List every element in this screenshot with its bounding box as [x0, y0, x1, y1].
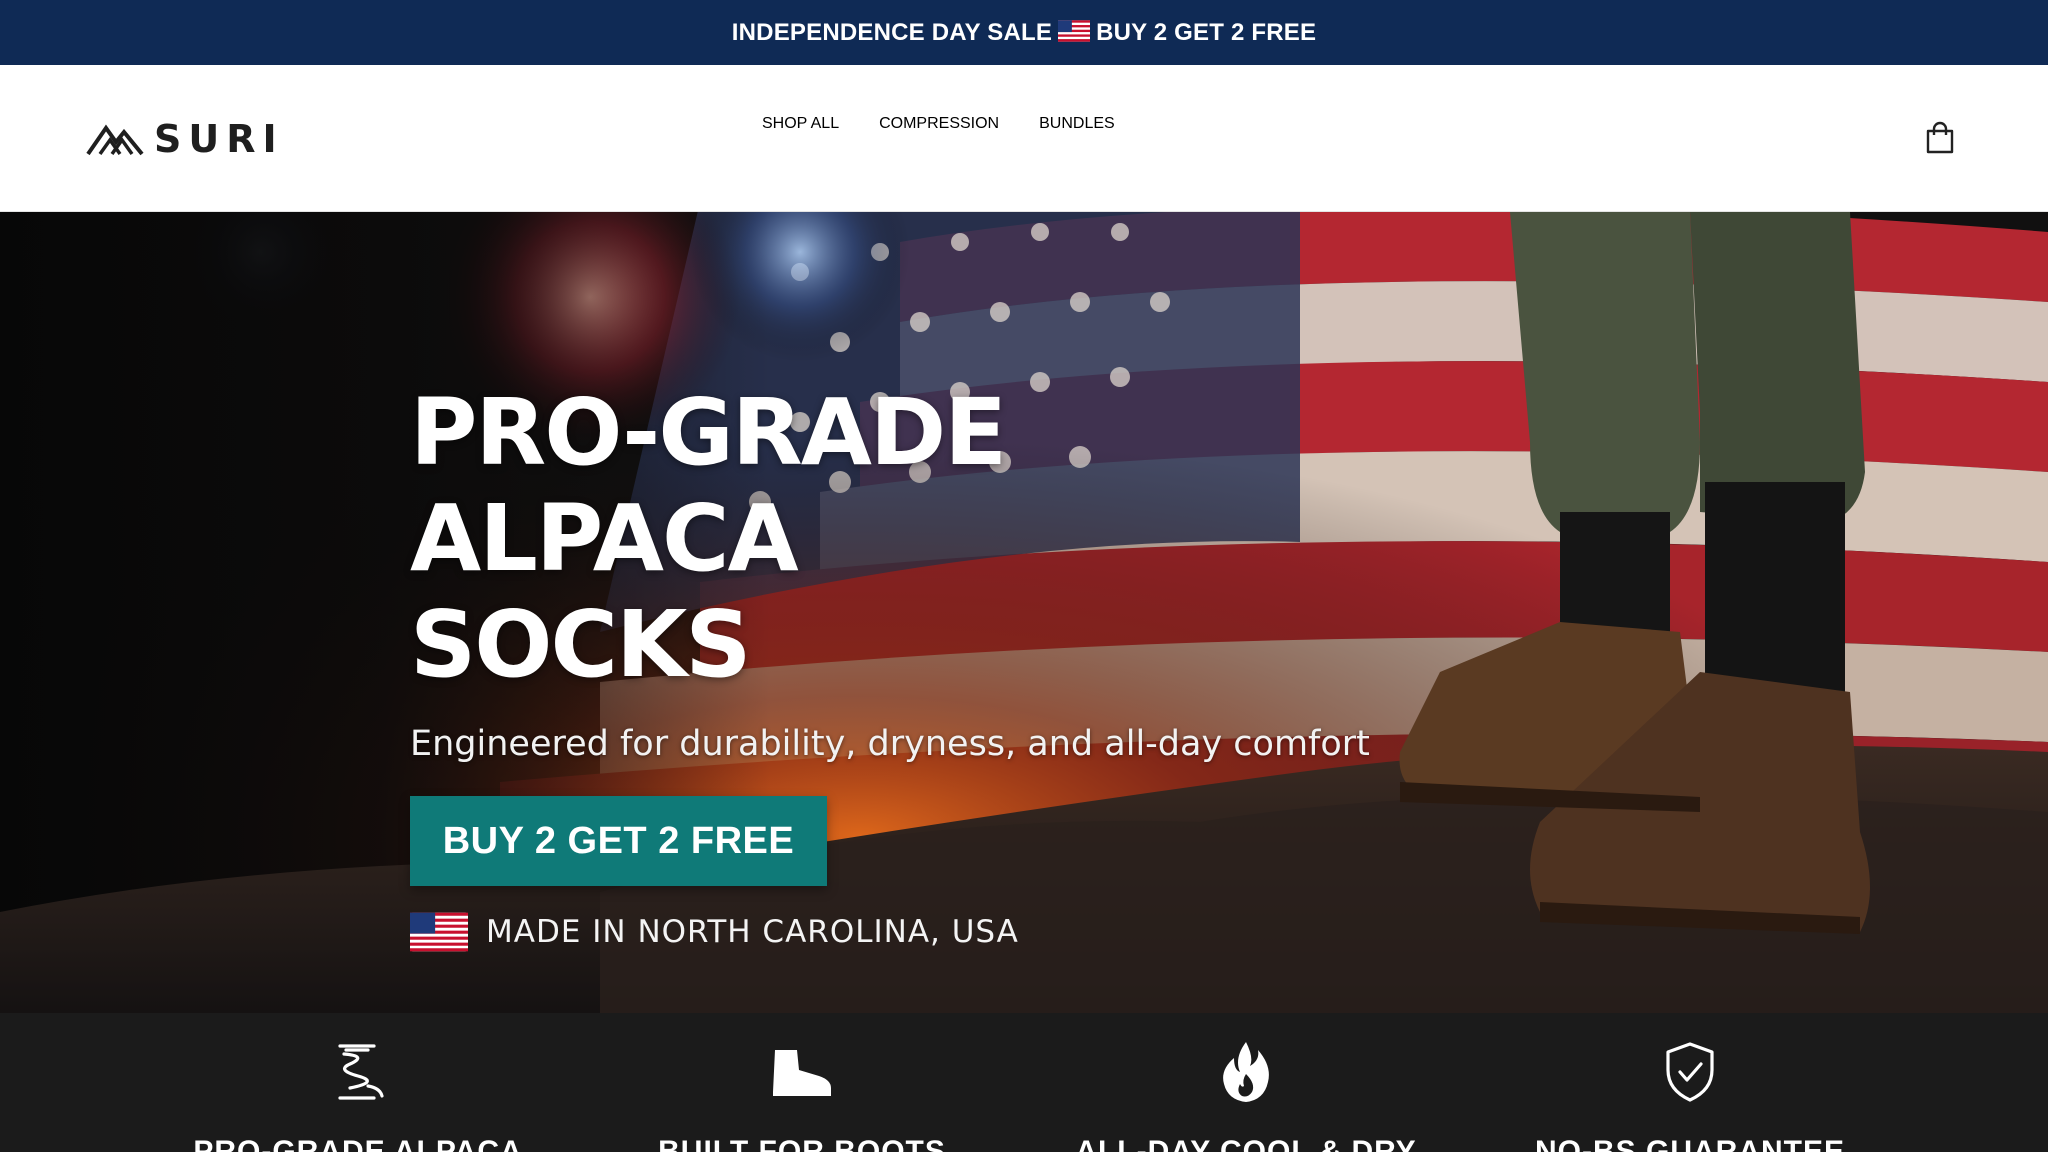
buy-2-get-2-free-button[interactable]: BUY 2 GET 2 FREE: [410, 796, 827, 886]
nav-bundles[interactable]: BUNDLES: [1039, 115, 1115, 133]
announcement-bar: INDEPENDENCE DAY SALE BUY 2 GET 2 FREE: [0, 0, 2048, 65]
us-flag-icon: [1058, 19, 1091, 42]
boot-icon: [773, 1050, 831, 1096]
logo-text: SURI: [154, 117, 284, 161]
feature-label: BUILT FOR BOOTS: [658, 1135, 946, 1152]
feature-strip: PRO-GRADE ALPACA BUILT FOR BOOTS ALL-DAY…: [0, 1013, 2048, 1152]
nav-shop-all[interactable]: SHOP ALL: [762, 115, 839, 133]
hero-title-line1: PRO-GRADE ALPACA: [410, 379, 1007, 592]
mountain-logo-icon: [86, 124, 144, 156]
announcement-text-before: INDEPENDENCE DAY SALE: [731, 18, 1053, 46]
hero-title: PRO-GRADE ALPACA SOCKS: [410, 380, 1410, 698]
feature-label: PRO-GRADE ALPACA: [193, 1135, 523, 1152]
fiber-spool-icon: [338, 1044, 384, 1100]
hero-content: PRO-GRADE ALPACA SOCKS Engineered for du…: [410, 380, 1410, 952]
made-in-usa-badge: MADE IN NORTH CAROLINA, USA: [410, 912, 1410, 952]
nav-compression[interactable]: COMPRESSION: [879, 115, 999, 133]
site-header: SURI SHOP ALL COMPRESSION BUNDLES: [0, 65, 2048, 212]
shopping-bag-icon: [1926, 121, 1954, 154]
hero-subtitle: Engineered for durability, dryness, and …: [410, 724, 1370, 764]
logo[interactable]: SURI: [86, 117, 284, 161]
cart-button[interactable]: [1918, 116, 1962, 160]
announcement-text-after: BUY 2 GET 2 FREE: [1096, 18, 1317, 46]
us-flag-icon: [410, 912, 468, 952]
shield-check-icon: [1666, 1042, 1714, 1102]
hero-banner: PRO-GRADE ALPACA SOCKS Engineered for du…: [0, 212, 2048, 1013]
main-nav: SHOP ALL COMPRESSION BUNDLES: [762, 115, 1115, 133]
made-in-text: MADE IN NORTH CAROLINA, USA: [486, 914, 1019, 950]
feature-item: NO-BS GUARANTEE: [1460, 1039, 1920, 1152]
feature-item: PRO-GRADE ALPACA: [128, 1039, 588, 1152]
feature-label: ALL-DAY COOL & DRY: [1075, 1135, 1417, 1152]
hero-title-line2: SOCKS: [410, 591, 752, 698]
feature-label: NO-BS GUARANTEE: [1534, 1135, 1845, 1152]
flame-icon: [1223, 1042, 1269, 1102]
feature-item: ALL-DAY COOL & DRY: [1016, 1039, 1476, 1152]
feature-item: BUILT FOR BOOTS: [572, 1039, 1032, 1152]
